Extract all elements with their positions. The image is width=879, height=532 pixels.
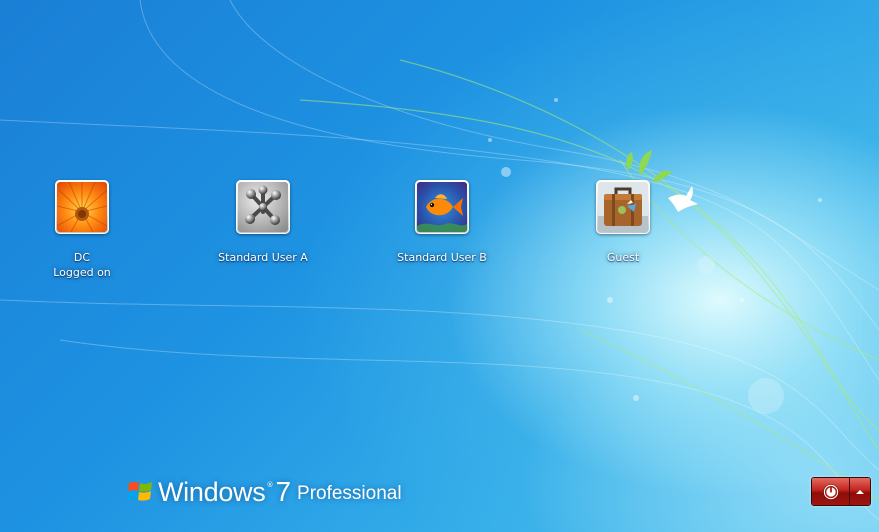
power-icon xyxy=(822,483,839,500)
jacks-icon xyxy=(238,182,288,232)
user-picture-frame xyxy=(596,180,650,234)
windows-version: 7 xyxy=(275,476,292,507)
user-tile-dc[interactable]: DC Logged on xyxy=(2,180,162,280)
user-tile-standard-user-a[interactable]: Standard User A xyxy=(183,180,343,265)
user-name-label: Standard User B xyxy=(397,251,487,264)
shutdown-button[interactable] xyxy=(812,478,850,505)
trademark-symbol: ® xyxy=(266,481,274,489)
arrow-up-icon xyxy=(856,489,864,494)
user-name-label: Guest xyxy=(606,251,640,264)
user-name-label: DC xyxy=(73,251,91,264)
user-picture-frame xyxy=(236,180,290,234)
shutdown-control xyxy=(811,477,871,506)
user-tile-guest[interactable]: Guest xyxy=(543,180,703,265)
user-picture-frame xyxy=(55,180,109,234)
orange-flower-icon xyxy=(57,182,107,232)
windows-branding: Windows ® 7 Professional xyxy=(126,474,402,510)
orange-fish-icon xyxy=(417,182,467,232)
user-picture-frame xyxy=(415,180,469,234)
windows-wordmark: Windows xyxy=(158,476,266,507)
user-name-label: Standard User A xyxy=(218,251,308,264)
windows-edition: Professional xyxy=(297,483,402,504)
user-status-label: Logged on xyxy=(53,266,111,279)
user-tile-standard-user-b[interactable]: Standard User B xyxy=(362,180,522,265)
windows-flag-icon xyxy=(127,481,152,501)
suitcase-icon xyxy=(598,182,648,232)
shutdown-options-button[interactable] xyxy=(850,478,870,505)
